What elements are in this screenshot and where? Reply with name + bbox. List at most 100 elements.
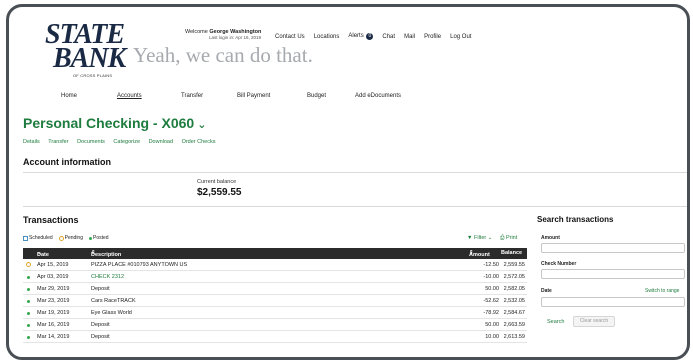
locations-link[interactable]: Locations [314,34,340,40]
table-header: Date ⌄ Description ⇕ Amount ⇕ Balance [23,248,527,259]
legend-posted: Posted [89,235,109,241]
switch-to-range-link[interactable]: Switch to range [645,288,679,294]
nav-budget[interactable]: Budget [307,93,326,99]
date-label: Date [541,288,552,294]
cell-date: Mar 16, 2019 [37,322,70,328]
nav-transfer[interactable]: Transfer [181,93,203,99]
table-body: Apr 15, 2019 PIZZA PLACE #010793 ANYTOWN … [23,259,527,343]
mail-link[interactable]: Mail [404,34,415,40]
sort-date[interactable]: Date ⌄ [37,250,49,258]
divider [23,172,687,173]
cell-date: Mar 19, 2019 [37,310,70,316]
col-date-label: Date [37,252,49,258]
table-row[interactable]: Mar 23, 2019 Cars RaceTRACK -52.62 2,532.05 [23,295,527,307]
profile-link[interactable]: Profile [424,34,441,40]
cell-description: Deposit [91,334,110,340]
printer-icon: ⎙ [500,235,505,241]
nav-add-edocuments[interactable]: Add eDocuments [355,93,401,99]
col-description-label: Description [91,252,122,258]
account-selector[interactable]: Personal Checking - X060 ⌄ [23,115,206,131]
clear-search-button[interactable]: Clear search [573,316,615,327]
amount-label: Amount [541,235,560,241]
legend-pending-label: Pending [64,235,83,241]
table-row[interactable]: Apr 15, 2019 PIZZA PLACE #010793 ANYTOWN … [23,259,527,271]
table-row[interactable]: Mar 19, 2019 Eye Glass World -78.92 2,584.6… [23,307,527,319]
sort-description[interactable]: Description ⇕ [91,250,121,258]
top-links: Contact Us Locations Alerts 0 Chat Mail … [275,33,480,40]
bank-logo[interactable]: STATE BANK OF CROSS PLAINS [41,19,131,79]
chat-link[interactable]: Chat [382,34,395,40]
posted-dot-icon [89,236,92,240]
print-label: Print [505,235,518,241]
cell-amount: -10.00 [483,274,499,280]
subnav-details[interactable]: Details [23,139,40,145]
print-button[interactable]: ⎙ Print [500,235,517,242]
chevron-down-icon: ⌄ [197,119,207,131]
subnav-order-checks[interactable]: Order Checks [182,139,216,145]
logo-subtitle: OF CROSS PLAINS [73,73,113,78]
sort-amount[interactable]: Amount ⇕ [469,250,490,258]
subnav-categorize[interactable]: Categorize [113,139,140,145]
cell-description: Cars RaceTRACK [91,298,136,304]
cell-description: Deposit [91,322,110,328]
cell-description: PIZZA PLACE #010793 ANYTOWN US [91,262,188,268]
logout-link[interactable]: Log Out [450,34,471,40]
cell-amount: 50.00 [485,286,499,292]
alerts-count-badge: 0 [366,33,374,40]
account-subnav: Details Transfer Documents Categorize Do… [23,139,223,145]
cell-balance: 2,584.67 [503,310,525,316]
cell-amount: -52.62 [483,298,499,304]
subnav-download[interactable]: Download [149,139,173,145]
posted-dot-icon [27,324,30,327]
search-heading: Search transactions [537,215,614,224]
legend-pending: Pending [58,235,83,241]
filter-button[interactable]: ▼ Filter ⌄ [467,235,492,241]
posted-dot-icon [27,276,30,279]
search-button[interactable]: Search [547,319,564,325]
posted-dot-icon [27,336,30,339]
table-row[interactable]: Apr 03, 2019 CHECK 2312 -10.00 2,572.05 [23,271,527,283]
cell-description: Eye Glass World [91,310,132,316]
cell-balance: 2,532.05 [503,298,525,304]
search-transactions-panel: Search transactions Amount Check Number … [537,215,687,327]
cell-balance: 2,663.59 [503,322,525,328]
transactions-table: Date ⌄ Description ⇕ Amount ⇕ Balance Ap… [23,248,527,343]
date-input[interactable] [541,297,685,307]
posted-dot-icon [27,300,30,303]
nav-home[interactable]: Home [61,93,77,99]
alerts-label: Alerts [348,33,364,39]
posted-dot-icon [27,288,30,291]
cell-date: Apr 03, 2019 [37,274,69,280]
subnav-transfer[interactable]: Transfer [48,139,68,145]
cell-description[interactable]: CHECK 2312 [91,274,124,280]
calendar-icon [23,235,28,241]
legend-scheduled-label: Scheduled [29,235,53,241]
cell-balance: 2,559.55 [503,262,525,268]
cell-balance: 2,582.05 [503,286,525,292]
current-balance-value: $2,559.55 [197,187,242,198]
transactions-heading: Transactions [23,215,79,225]
nav-accounts[interactable]: Accounts [117,93,142,99]
table-row[interactable]: Mar 29, 2019 Deposit 50.00 2,582.05 [23,283,527,295]
amount-input[interactable] [541,243,685,253]
funnel-icon: ▼ [467,235,473,241]
table-row[interactable]: Mar 14, 2019 Deposit 10.00 2,613.59 [23,331,527,343]
pending-circle-icon [58,235,64,241]
subnav-documents[interactable]: Documents [77,139,105,145]
check-number-input[interactable] [541,269,685,279]
logo-word-bank: BANK [53,43,126,74]
col-amount-label: Amount [469,252,490,258]
screenshot-background: STATE BANK OF CROSS PLAINS Yeah, we can … [0,0,693,364]
cell-date: Mar 23, 2019 [37,298,70,304]
status-legend: Scheduled Pending Posted [23,235,115,241]
tagline: Yeah, we can do that. [133,43,313,67]
legend-scheduled: Scheduled [23,235,53,241]
alerts-link[interactable]: Alerts 0 [348,33,374,40]
contact-us-link[interactable]: Contact Us [275,34,305,40]
cell-date: Mar 29, 2019 [37,286,70,292]
page-title: Personal Checking - X060 [23,115,195,131]
current-balance-label: Current balance [197,179,237,185]
nav-bill-payment[interactable]: Bill Payment [237,93,270,99]
filter-label: Filter [473,235,487,241]
table-row[interactable]: Mar 16, 2019 Deposit 50.00 2,663.59 [23,319,527,331]
